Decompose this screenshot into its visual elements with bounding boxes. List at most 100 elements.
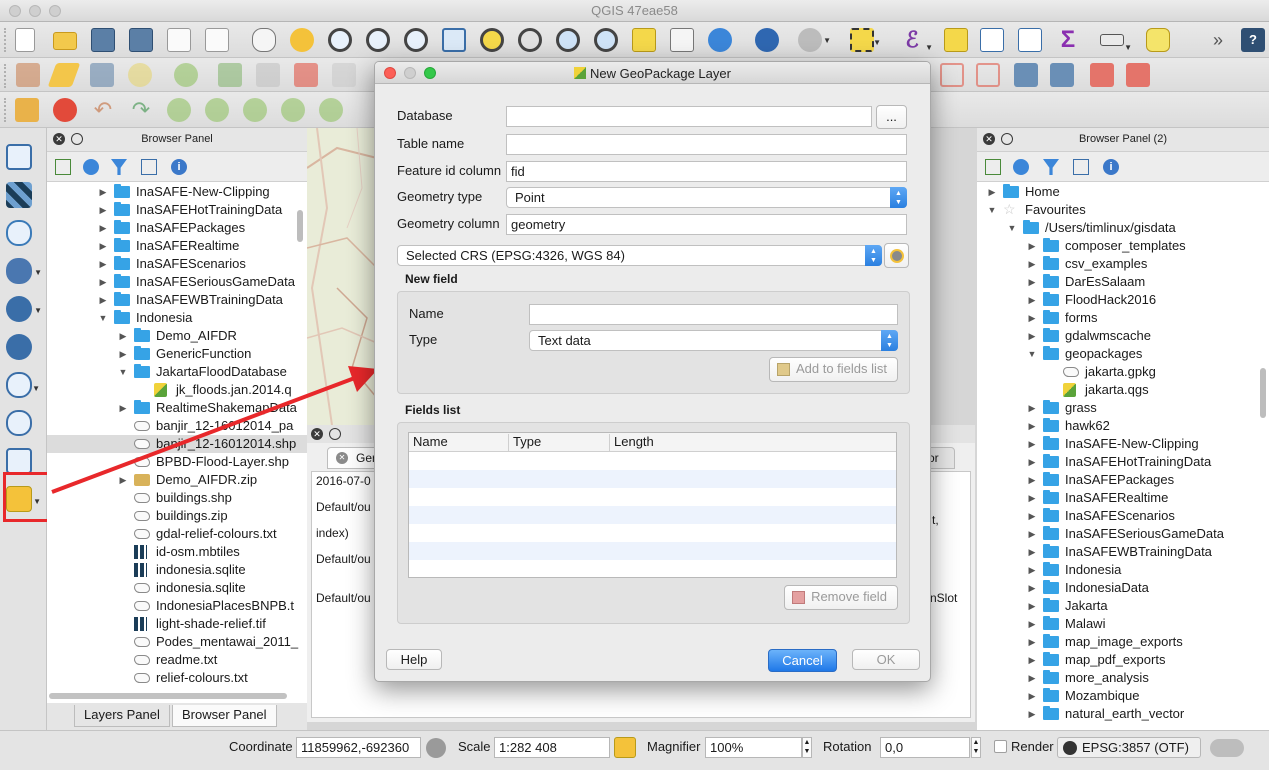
expand-right-icon[interactable]: ▶: [1027, 291, 1037, 309]
expand-right-icon[interactable]: ▶: [98, 273, 108, 291]
tree-item[interactable]: ▶ map_pdf_exports: [977, 651, 1269, 669]
tree-item[interactable]: ▶ InaSAFEScenarios: [47, 255, 307, 273]
vertical-scrollbar[interactable]: [297, 210, 303, 242]
zoom-last-icon[interactable]: [556, 28, 580, 52]
feature-id-field[interactable]: fid: [506, 161, 907, 182]
save-as-icon[interactable]: [129, 28, 153, 52]
tree-item[interactable]: ▶ natural_earth_vector: [977, 705, 1269, 723]
expand-right-icon[interactable]: ▶: [118, 327, 128, 345]
tree-item[interactable]: ▶ InaSAFESeriousGameData: [47, 273, 307, 291]
layer-style-icon[interactable]: [1126, 63, 1150, 87]
tree-item[interactable]: BPBD-Flood-Layer.shp: [47, 453, 307, 471]
expand-right-icon[interactable]: ▶: [1027, 399, 1037, 417]
statistics-icon[interactable]: Σ: [1056, 28, 1080, 52]
tree-item[interactable]: ▶ InaSAFEScenarios: [977, 507, 1269, 525]
add-delimited-text-icon[interactable]: [6, 220, 32, 246]
rotation-spinbox[interactable]: 0,0: [880, 737, 970, 758]
tree-item[interactable]: ▶ csv_examples: [977, 255, 1269, 273]
expand-right-icon[interactable]: ▶: [1027, 489, 1037, 507]
add-spatialite-icon[interactable]: [6, 410, 32, 436]
add-ring-icon[interactable]: [243, 98, 267, 122]
delete-selected-icon[interactable]: [256, 63, 280, 87]
tree-item[interactable]: ▼ ☆ Favourites: [977, 201, 1269, 219]
expand-right-icon[interactable]: ▶: [118, 399, 128, 417]
tree-item[interactable]: jakarta.qgs: [977, 381, 1269, 399]
table-name-field[interactable]: [506, 134, 907, 155]
magnifier-spinbox[interactable]: 100%: [705, 737, 802, 758]
expand-right-icon[interactable]: ▶: [1027, 669, 1037, 687]
identify-icon[interactable]: [755, 28, 779, 52]
expand-right-icon[interactable]: ▶: [1027, 705, 1037, 723]
tree-item[interactable]: ▶ more_analysis: [977, 669, 1269, 687]
fields-table[interactable]: Name Type Length: [408, 432, 897, 578]
expand-right-icon[interactable]: ▶: [98, 237, 108, 255]
tree-item[interactable]: ▶ DarEsSalaam: [977, 273, 1269, 291]
column-header-length[interactable]: Length: [609, 434, 654, 452]
expand-right-icon[interactable]: ▶: [1027, 543, 1037, 561]
expand-right-icon[interactable]: ▶: [98, 255, 108, 273]
layout-manager-icon[interactable]: [205, 28, 229, 52]
show-bookmarks-icon[interactable]: [670, 28, 694, 52]
new-bookmark-icon[interactable]: [632, 28, 656, 52]
snapping-icon[interactable]: [53, 98, 77, 122]
expand-right-icon[interactable]: ▶: [1027, 435, 1037, 453]
expand-right-icon[interactable]: ▶: [98, 201, 108, 219]
expand-right-icon[interactable]: ▶: [98, 291, 108, 309]
filter-icon[interactable]: [111, 159, 127, 175]
tree-item[interactable]: ▶ InaSAFE-New-Clipping: [977, 435, 1269, 453]
tree-item[interactable]: ▶ forms: [977, 309, 1269, 327]
tree-item[interactable]: ▶ InaSAFEWBTrainingData: [47, 291, 307, 309]
expand-right-icon[interactable]: ▶: [1027, 561, 1037, 579]
magic-wand-2-icon[interactable]: [1050, 63, 1074, 87]
column-header-type[interactable]: Type: [508, 434, 541, 452]
add-raster-layer-icon[interactable]: [6, 182, 32, 208]
cad-tools-icon[interactable]: [15, 98, 39, 122]
tree-item[interactable]: ▼ geopackages: [977, 345, 1269, 363]
expand-right-icon[interactable]: ▶: [1027, 309, 1037, 327]
zoom-next-icon[interactable]: [594, 28, 618, 52]
zoom-to-selection-icon[interactable]: [480, 28, 504, 52]
tree-item[interactable]: ▶ Jakarta: [977, 597, 1269, 615]
new-project-icon[interactable]: [15, 28, 35, 52]
tree-item[interactable]: buildings.shp: [47, 489, 307, 507]
select-crs-button[interactable]: [884, 243, 909, 268]
open-attribute-table-icon[interactable]: [980, 28, 1004, 52]
magic-wand-icon[interactable]: [1014, 63, 1038, 87]
column-header-name[interactable]: Name: [409, 434, 448, 452]
tree-item[interactable]: banjir_12-16012014_pa: [47, 417, 307, 435]
tree-item[interactable]: gdal-relief-colours.txt: [47, 525, 307, 543]
tree-item[interactable]: ▼ Indonesia: [47, 309, 307, 327]
tree-item[interactable]: ▶ InaSAFERealtime: [47, 237, 307, 255]
pan-icon[interactable]: [252, 28, 276, 52]
add-selected-layers-icon[interactable]: [985, 159, 1001, 175]
lock-scale-icon[interactable]: [614, 737, 636, 758]
tree-item[interactable]: light-shade-relief.tif: [47, 615, 307, 633]
expand-right-icon[interactable]: ▶: [987, 183, 997, 201]
filter-icon[interactable]: [1043, 159, 1059, 175]
cut-features-icon[interactable]: [332, 63, 356, 87]
tree-item[interactable]: ▼ /Users/timlinux/gisdata: [977, 219, 1269, 237]
add-mssql-icon[interactable]: [6, 448, 32, 474]
expand-right-icon[interactable]: ▶: [98, 183, 108, 201]
geometry-column-field[interactable]: geometry: [506, 214, 907, 235]
browse-database-button[interactable]: ...: [876, 105, 907, 129]
zoom-out-icon[interactable]: [366, 28, 390, 52]
expand-right-icon[interactable]: ▶: [1027, 687, 1037, 705]
toggle-extents-icon[interactable]: [426, 738, 446, 758]
expand-down-icon[interactable]: ▼: [987, 201, 997, 219]
crs-select[interactable]: Selected CRS (EPSG:4326, WGS 84) ▲ ▼: [397, 245, 882, 266]
expand-down-icon[interactable]: ▼: [1027, 345, 1037, 363]
open-project-icon[interactable]: [53, 32, 77, 50]
add-feature-icon[interactable]: [128, 63, 152, 87]
collapse-all-icon[interactable]: [141, 159, 157, 175]
trash-icon[interactable]: [294, 63, 318, 87]
expand-right-icon[interactable]: ▶: [1027, 327, 1037, 345]
tree-item[interactable]: ▶ InaSAFEHotTrainingData: [977, 453, 1269, 471]
expand-right-icon[interactable]: ▶: [118, 345, 128, 363]
zoom-in-icon[interactable]: [328, 28, 352, 52]
tree-item[interactable]: ▶ IndonesiaData: [977, 579, 1269, 597]
expand-down-icon[interactable]: ▼: [98, 309, 108, 327]
simplify-feature-icon[interactable]: [205, 98, 229, 122]
add-wms-layer-icon[interactable]: ▼: [6, 296, 42, 322]
rotate-feature-icon[interactable]: [167, 98, 191, 122]
